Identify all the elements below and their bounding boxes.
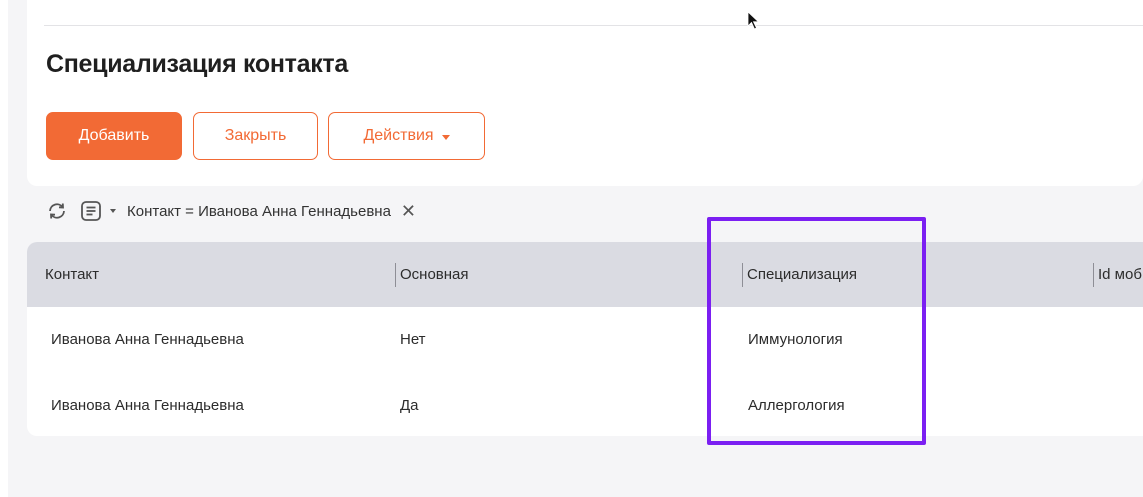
list-icon[interactable] xyxy=(80,200,102,222)
left-gutter xyxy=(0,0,8,497)
table-header: Контакт Основная Специализация Id моб xyxy=(27,242,1143,307)
close-button[interactable]: Закрыть xyxy=(193,112,318,160)
column-header-contact[interactable]: Контакт xyxy=(45,242,99,307)
cell-main: Да xyxy=(400,397,419,414)
column-resizer[interactable] xyxy=(1093,262,1094,287)
add-button[interactable]: Добавить xyxy=(46,112,182,160)
filter-caret-down-icon[interactable] xyxy=(110,209,116,213)
column-header-label: Специализация xyxy=(747,266,858,283)
top-divider xyxy=(44,25,1143,26)
column-header-label: Основная xyxy=(400,266,469,283)
actions-label: Действия xyxy=(363,127,434,144)
data-table: Контакт Основная Специализация Id моб Ив… xyxy=(27,242,1143,436)
actions-dropdown-button[interactable]: Действия xyxy=(328,112,485,160)
filter-bar: Контакт = Иванова Анна Геннадьевна ✕ xyxy=(46,198,416,224)
close-icon[interactable]: ✕ xyxy=(401,202,416,220)
column-header-label: Id моб xyxy=(1098,266,1142,283)
cell-specialization: Аллергология xyxy=(748,397,845,414)
column-resizer[interactable] xyxy=(742,262,743,287)
cell-contact: Иванова Анна Геннадьевна xyxy=(51,331,244,348)
chevron-down-icon xyxy=(441,134,450,140)
cell-specialization: Иммунология xyxy=(748,331,843,348)
column-resizer[interactable] xyxy=(395,262,396,287)
column-header-main[interactable]: Основная xyxy=(395,242,469,307)
cell-contact: Иванова Анна Геннадьевна xyxy=(51,397,244,414)
filter-condition: Контакт = Иванова Анна Геннадьевна xyxy=(127,202,391,220)
refresh-icon[interactable] xyxy=(46,202,68,220)
page-title: Специализация контакта xyxy=(46,50,348,78)
column-header-label: Контакт xyxy=(45,266,100,283)
mouse-cursor-icon xyxy=(747,11,761,36)
column-header-id-mob[interactable]: Id моб xyxy=(1093,242,1143,307)
column-header-specialization[interactable]: Специализация xyxy=(742,242,857,307)
cell-main: Нет xyxy=(400,331,426,348)
